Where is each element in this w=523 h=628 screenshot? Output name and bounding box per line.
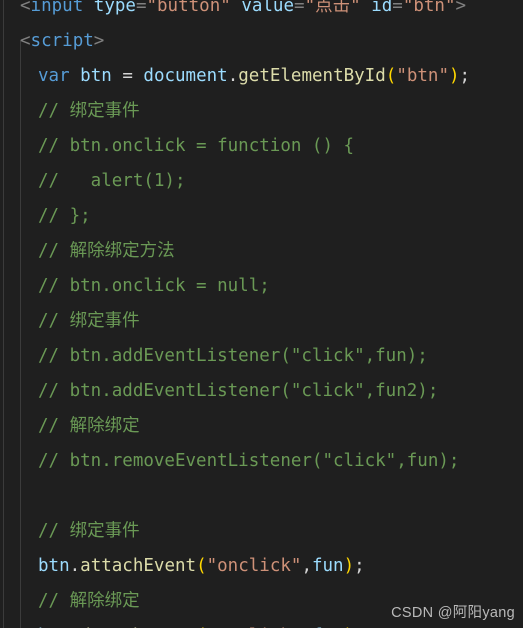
code-token: (	[385, 66, 397, 86]
code-token: // 绑定事件	[38, 311, 140, 331]
code-token: // alert(1);	[38, 171, 186, 191]
code-line[interactable]: // 解除绑定方法	[0, 234, 523, 269]
csdn-watermark: CSDN @阿阳yang	[391, 605, 515, 621]
code-token: // 绑定事件	[38, 101, 140, 121]
code-token: getElementById	[238, 66, 386, 86]
code-token: // btn.addEventListener("click",fun2);	[38, 381, 439, 401]
code-token: id	[371, 0, 393, 16]
code-line[interactable]: // 解除绑定	[0, 409, 523, 444]
code-token: fun	[311, 556, 344, 576]
code-token: ,	[301, 556, 312, 576]
code-lines-container[interactable]: <input type="button" value="点击" id="btn"…	[0, 0, 523, 628]
code-line[interactable]: // btn.removeEventListener("click",fun);	[0, 444, 523, 479]
code-token: // btn.onclick = null;	[38, 276, 270, 296]
code-token: =	[294, 0, 305, 16]
code-token: var	[38, 66, 70, 86]
code-token: >	[455, 0, 467, 16]
code-token: // };	[38, 206, 91, 226]
code-token: // 解除绑定方法	[38, 241, 175, 261]
code-token: // btn.removeEventListener("click",fun);	[38, 451, 460, 471]
code-token: <	[20, 0, 31, 16]
code-line[interactable]: // btn.addEventListener("click",fun2);	[0, 374, 523, 409]
code-line[interactable]: // btn.addEventListener("click",fun);	[0, 339, 523, 374]
code-token: .	[227, 66, 239, 86]
code-token: >	[93, 31, 105, 51]
code-token: =	[392, 0, 403, 16]
code-line[interactable]: <script>	[0, 24, 523, 59]
code-token: =	[122, 66, 133, 86]
code-line[interactable]: btn.attachEvent("onclick",fun);	[0, 549, 523, 584]
code-token: btn	[80, 66, 112, 86]
code-token: "btn"	[402, 0, 456, 16]
code-line[interactable]: // 绑定事件	[0, 514, 523, 549]
code-token: (	[196, 556, 207, 576]
code-token: <	[20, 31, 31, 51]
code-token: // btn.addEventListener("click",fun);	[38, 346, 428, 366]
code-line[interactable]	[0, 479, 523, 514]
code-token: // 绑定事件	[38, 521, 140, 541]
code-token: attachEvent	[80, 556, 197, 576]
code-token: )	[343, 556, 355, 576]
code-line[interactable]: // alert(1);	[0, 164, 523, 199]
code-line[interactable]: // };	[0, 199, 523, 234]
code-token: // 解除绑定	[38, 591, 140, 611]
code-token: document	[143, 66, 228, 86]
code-line[interactable]: // 绑定事件	[0, 304, 523, 339]
code-line[interactable]: // 绑定事件	[0, 94, 523, 129]
code-token: ;	[354, 556, 365, 576]
code-line[interactable]: // btn.onclick = null;	[0, 269, 523, 304]
code-line[interactable]: var btn = document.getElementById("btn")…	[0, 59, 523, 94]
code-token: =	[135, 0, 147, 16]
code-token: btn	[38, 556, 70, 576]
code-token: ;	[459, 66, 471, 86]
code-token: // 解除绑定	[38, 416, 140, 436]
code-token: "button"	[146, 0, 231, 16]
code-token: )	[449, 66, 460, 86]
code-editor-viewport[interactable]: } <input type="button" value="点击" id="bt…	[0, 0, 523, 628]
code-token: input	[30, 0, 84, 16]
code-line[interactable]: <input type="button" value="点击" id="btn"…	[0, 0, 523, 24]
code-token: .	[69, 556, 81, 576]
code-token: script	[30, 31, 94, 51]
code-token: // btn.onclick = function () {	[38, 136, 355, 156]
code-token: "点击"	[304, 0, 361, 16]
code-token: value	[241, 0, 295, 16]
code-token: type	[93, 0, 136, 16]
code-token: "onclick"	[206, 556, 302, 576]
code-token: "btn"	[396, 66, 449, 86]
code-line[interactable]: // btn.onclick = function () {	[0, 129, 523, 164]
